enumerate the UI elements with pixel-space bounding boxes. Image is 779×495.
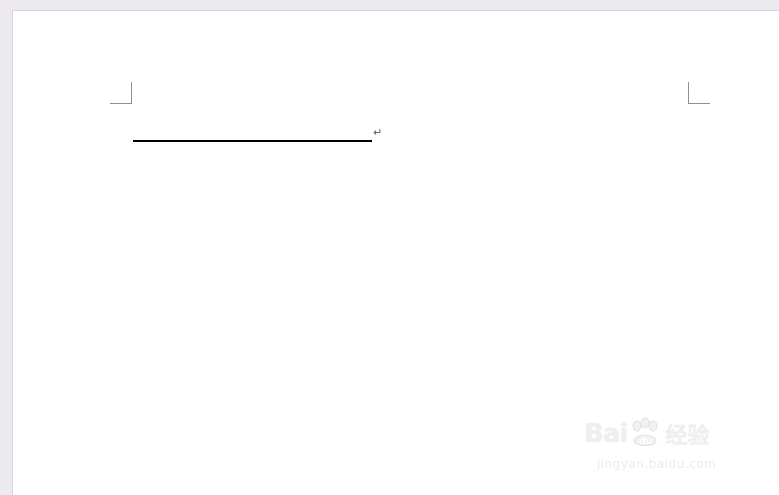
document-workspace: ↵ Bai du 经验 jingyan.baidu.com <box>0 0 779 495</box>
underlined-blank-run[interactable] <box>133 140 372 142</box>
document-first-line[interactable]: ↵ <box>133 124 382 142</box>
paw-du-label: du <box>639 436 652 447</box>
watermark-brand-before: Bai <box>584 419 628 449</box>
top-right-margin-mark <box>688 82 710 104</box>
top-left-margin-mark <box>110 82 132 104</box>
paragraph-mark-icon: ↵ <box>373 126 383 139</box>
baidu-jingyan-watermark: Bai du 经验 jingyan.baidu.com <box>584 399 744 479</box>
watermark-logo: Bai du 经验 <box>584 417 709 451</box>
watermark-url: jingyan.baidu.com <box>597 457 717 471</box>
watermark-brand-after: 经验 <box>665 424 710 449</box>
paw-icon: du <box>632 417 658 447</box>
